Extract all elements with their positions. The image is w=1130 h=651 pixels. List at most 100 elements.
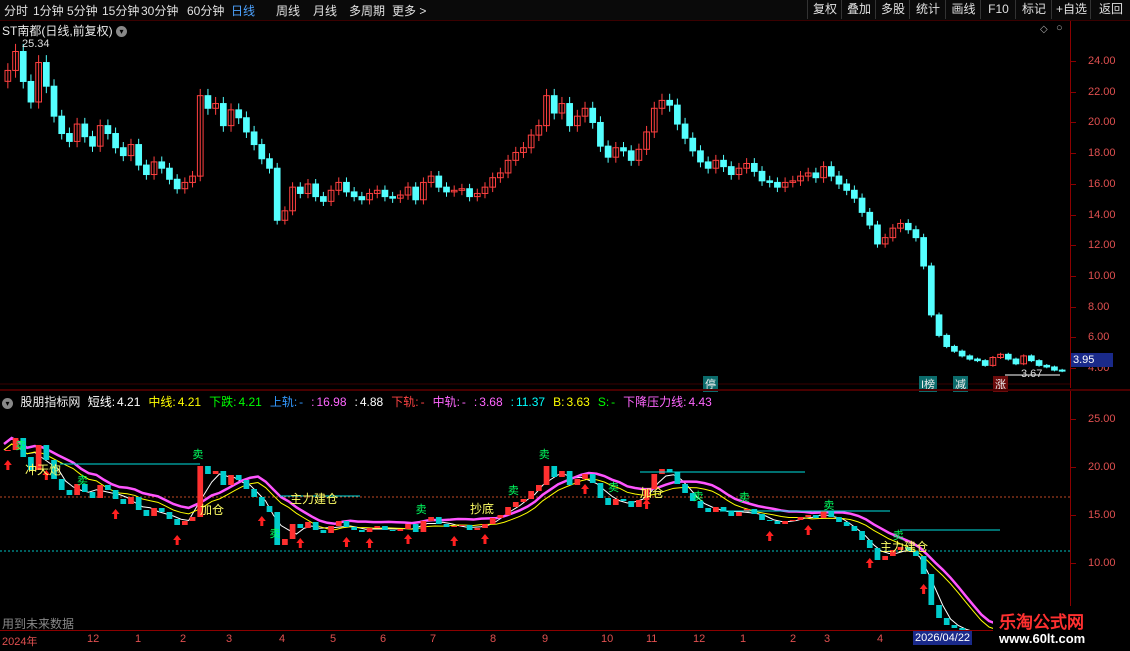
field-label: :	[473, 395, 478, 409]
field-label: 短线:	[87, 395, 116, 409]
period-1[interactable]: 1分钟	[33, 2, 64, 19]
period-9[interactable]: 多周期	[349, 2, 385, 19]
period-5[interactable]: 60分钟	[187, 2, 224, 19]
buy-arrow	[111, 509, 120, 519]
indicator-bar	[520, 499, 527, 502]
indicator-settings-icon[interactable]: ▾	[2, 398, 13, 409]
candle	[343, 177, 350, 197]
field-value: 4.21	[177, 395, 202, 409]
stock-title: ST南都(日线,前复权)	[2, 24, 113, 38]
indicator-bar	[343, 521, 350, 527]
toolbar-button-0[interactable]: 复权	[807, 0, 842, 19]
candle	[904, 219, 912, 234]
date-label: 2	[790, 633, 797, 645]
indicator-bar	[920, 556, 927, 574]
period-3[interactable]: 15分钟	[102, 2, 139, 19]
buy-arrow	[642, 499, 651, 509]
signal-label: 抄底	[470, 501, 494, 516]
candle	[604, 140, 612, 163]
indicator-field: :16.98	[311, 395, 350, 409]
candle	[1012, 357, 1020, 366]
title-dropdown-icon[interactable]: ▾	[116, 26, 128, 38]
indicator-field: 中线: 4.21	[148, 395, 205, 409]
candle	[951, 344, 958, 353]
high-price-label: 25.34	[22, 38, 50, 50]
candle	[196, 88, 204, 182]
indicator-bar	[143, 510, 150, 516]
candlestick-chart[interactable]	[0, 21, 1070, 388]
candle	[427, 170, 435, 188]
period-7[interactable]: 周线	[276, 2, 300, 19]
indicator-field: S: -	[598, 395, 619, 409]
indicator-panel[interactable]: 卖卖卖卖卖卖卖卖卖卖卖卖主力建仓 主力建仓 加仓 加仓 抄底 冲天炮	[0, 391, 1070, 630]
sell-signal: 卖	[693, 490, 704, 503]
period-0[interactable]: 分时	[4, 2, 28, 19]
indicator-bar	[836, 517, 842, 522]
indicator-bar	[489, 518, 496, 524]
period-6[interactable]: 日线	[231, 2, 255, 19]
sell-signal: 卖	[192, 448, 203, 461]
candle	[974, 357, 981, 363]
price-tick: 16.00	[1071, 178, 1130, 190]
date-label: 11	[646, 633, 658, 645]
candle	[127, 138, 135, 162]
candle	[4, 63, 12, 89]
buy-arrow	[919, 584, 928, 594]
candle	[573, 109, 581, 132]
panel-close-icon[interactable]: ○	[1056, 22, 1063, 34]
toolbar-button-5[interactable]: F10	[980, 0, 1016, 19]
indicator-bar	[166, 512, 173, 519]
toolbar-button-8[interactable]: 返回	[1090, 0, 1130, 19]
candle	[1028, 354, 1035, 363]
indicator-bar	[5, 450, 11, 451]
candle	[643, 125, 650, 155]
indicator-bar	[543, 466, 550, 485]
price-tick-label: 16.00	[1088, 177, 1116, 190]
date-label: 10	[601, 633, 614, 645]
period-10[interactable]: 更多 >	[392, 2, 426, 19]
toolbar-button-1[interactable]: 叠加	[841, 0, 876, 19]
candle	[42, 55, 50, 94]
indicator-bar	[235, 475, 242, 480]
candle	[1004, 352, 1012, 361]
indicator-bar	[382, 526, 388, 530]
panel-settings-icon[interactable]: ◇	[1040, 24, 1048, 35]
indicator-bar	[528, 491, 534, 499]
candle	[96, 119, 104, 152]
last-price-badge: 3.95	[1071, 353, 1113, 367]
candle	[504, 154, 512, 179]
toolbar-button-2[interactable]: 多股	[875, 0, 910, 19]
buy-arrow	[804, 525, 813, 535]
toolbar-button-4[interactable]: 画线	[945, 0, 981, 19]
candle	[750, 158, 758, 177]
period-4[interactable]: 30分钟	[141, 2, 178, 19]
candle	[897, 219, 904, 233]
indicator-bar	[189, 517, 196, 521]
toolbar-button-6[interactable]: 标记	[1015, 0, 1052, 19]
indicator-bar	[805, 515, 812, 517]
period-2[interactable]: 5分钟	[67, 2, 98, 19]
price-tick: 24.00	[1071, 55, 1130, 67]
candle	[650, 101, 658, 138]
indicator-chart[interactable]: 卖卖卖卖卖卖卖卖卖 卖卖卖主力建仓主力建仓加仓加仓抄底冲天炮	[0, 391, 1070, 630]
candle	[612, 142, 620, 163]
indicator-field: 下轨: -	[391, 395, 428, 409]
price-tick-label: 6.00	[1088, 331, 1110, 344]
toolbar-button-7[interactable]: +自选	[1051, 0, 1091, 19]
indicator-bar	[505, 507, 511, 515]
candle	[597, 116, 604, 152]
buy-arrow	[865, 558, 874, 568]
price-chart-panel[interactable]	[0, 21, 1070, 388]
indicator-bar	[936, 605, 942, 618]
candle	[966, 354, 974, 361]
period-8[interactable]: 月线	[313, 2, 337, 19]
candle	[358, 191, 366, 205]
price-y-axis: 24.00 22.00 20.00 18.00 16.00 14.00 12.00 10.00…	[1070, 21, 1130, 388]
candle	[481, 182, 489, 199]
sell-signal: 卖	[823, 499, 834, 512]
indicator-bar	[859, 531, 865, 540]
indicator-bar	[736, 512, 742, 516]
candle	[735, 162, 743, 180]
indicator-bar	[151, 508, 157, 516]
toolbar-button-3[interactable]: 统计	[909, 0, 946, 19]
